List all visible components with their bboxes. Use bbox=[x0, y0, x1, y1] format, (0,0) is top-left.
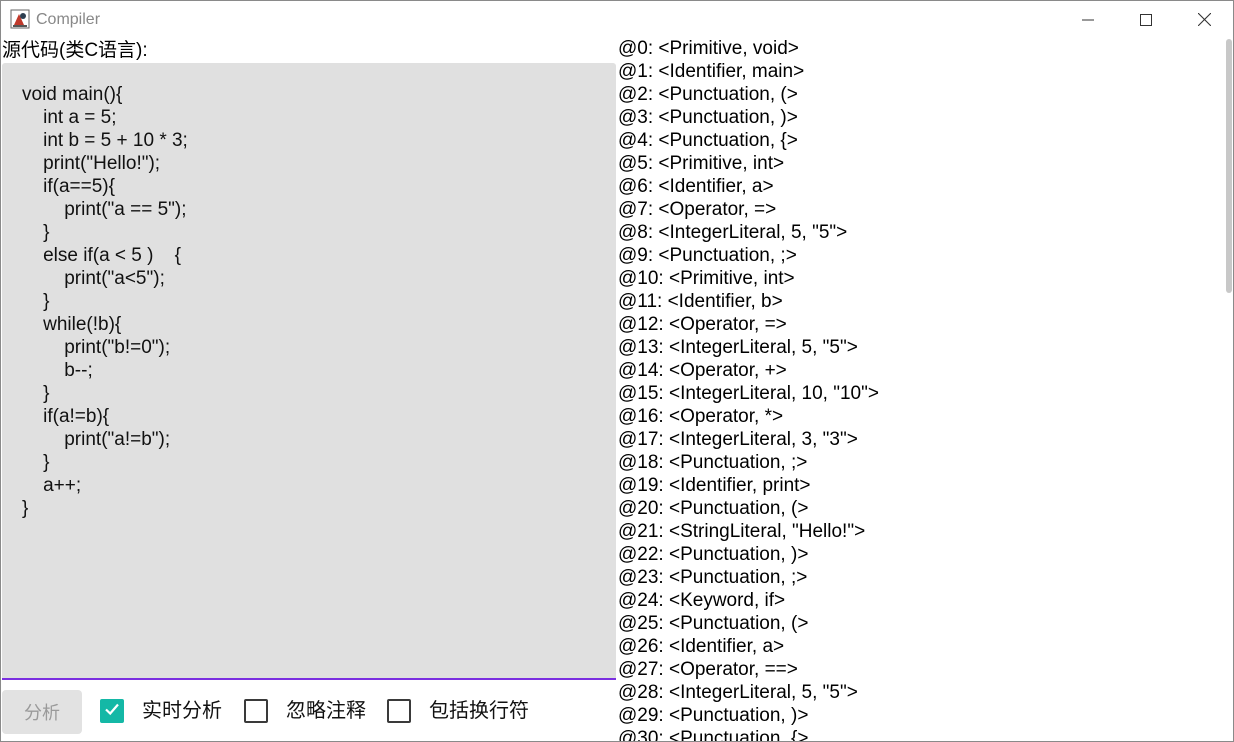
realtime-analysis-label: 实时分析 bbox=[142, 700, 222, 722]
token-item: @13: <IntegerLiteral, 5, "5"> bbox=[618, 337, 858, 358]
token-item: @22: <Punctuation, )> bbox=[618, 544, 809, 565]
compiler-window: Compiler 源代码(类C语言): void main(){ int a =… bbox=[0, 0, 1234, 742]
token-item: @6: <Identifier, a> bbox=[618, 176, 774, 197]
minimize-button[interactable] bbox=[1059, 1, 1117, 38]
code-line: print("a == 5"); bbox=[22, 199, 187, 220]
token-item: @16: <Operator, *> bbox=[618, 406, 784, 427]
token-item: @0: <Primitive, void> bbox=[618, 38, 799, 59]
code-line: while(!b){ bbox=[22, 314, 122, 335]
code-line: if(a!=b){ bbox=[22, 406, 110, 427]
token-item: @30: <Punctuation, {> bbox=[618, 728, 809, 741]
token-item: @25: <Punctuation, (> bbox=[618, 613, 809, 634]
java-app-icon bbox=[10, 9, 30, 29]
token-item: @1: <Identifier, main> bbox=[618, 61, 805, 82]
source-code-editor[interactable]: void main(){ int a = 5; int b = 5 + 10 *… bbox=[2, 63, 616, 680]
code-line: } bbox=[22, 383, 50, 404]
close-button[interactable] bbox=[1175, 1, 1233, 38]
code-line: } bbox=[22, 498, 29, 519]
window-title: Compiler bbox=[36, 11, 101, 28]
token-item: @7: <Operator, => bbox=[618, 199, 777, 220]
code-line: } bbox=[22, 452, 50, 473]
code-line: } bbox=[22, 222, 50, 243]
maximize-button[interactable] bbox=[1117, 1, 1175, 38]
source-code-label: 源代码(类C语言): bbox=[2, 40, 148, 61]
maximize-icon bbox=[1140, 13, 1152, 26]
include-newlines-option[interactable]: 包括换行符 bbox=[387, 698, 529, 724]
token-list[interactable]: @0: <Primitive, void> @1: <Identifier, ma… bbox=[618, 37, 1223, 741]
checkmark-icon bbox=[103, 700, 121, 723]
ignore-comments-checkbox[interactable] bbox=[244, 699, 268, 723]
token-item: @21: <StringLiteral, "Hello!"> bbox=[618, 521, 866, 542]
minimize-icon bbox=[1082, 14, 1094, 26]
code-line: else if(a < 5 ) { bbox=[22, 245, 181, 266]
token-item: @9: <Punctuation, ;> bbox=[618, 245, 797, 266]
token-item: @17: <IntegerLiteral, 3, "3"> bbox=[618, 429, 858, 450]
code-line: print("Hello!"); bbox=[22, 153, 161, 174]
realtime-analysis-option[interactable]: 实时分析 bbox=[100, 698, 222, 724]
ignore-comments-label: 忽略注释 bbox=[286, 700, 366, 722]
token-item: @3: <Punctuation, )> bbox=[618, 107, 798, 128]
token-list-scrollbar[interactable] bbox=[1223, 37, 1233, 741]
code-line: } bbox=[22, 291, 50, 312]
token-item: @26: <Identifier, a> bbox=[618, 636, 785, 657]
code-line: print("b!=0"); bbox=[22, 337, 171, 358]
include-newlines-checkbox[interactable] bbox=[387, 699, 411, 723]
control-bar: 分析 实时分析 忽略注释 包括换行符 bbox=[1, 681, 617, 741]
analyze-button[interactable]: 分析 bbox=[2, 690, 82, 734]
token-item: @20: <Punctuation, (> bbox=[618, 498, 809, 519]
token-item: @2: <Punctuation, (> bbox=[618, 84, 798, 105]
code-line: int a = 5; bbox=[22, 107, 117, 128]
token-item: @12: <Operator, => bbox=[618, 314, 787, 335]
code-line: a++; bbox=[22, 475, 82, 496]
token-item: @24: <Keyword, if> bbox=[618, 590, 786, 611]
title-bar[interactable]: Compiler bbox=[1, 1, 1233, 38]
ignore-comments-option[interactable]: 忽略注释 bbox=[244, 698, 366, 724]
token-item: @8: <IntegerLiteral, 5, "5"> bbox=[618, 222, 848, 243]
code-line: b--; bbox=[22, 360, 93, 381]
code-line: print("a!=b"); bbox=[22, 429, 171, 450]
token-item: @27: <Operator, ==> bbox=[618, 659, 798, 680]
code-line: void main(){ bbox=[22, 84, 123, 105]
token-item: @19: <Identifier, print> bbox=[618, 475, 811, 496]
include-newlines-label: 包括换行符 bbox=[429, 700, 529, 722]
close-icon bbox=[1197, 13, 1211, 26]
token-item: @10: <Primitive, int> bbox=[618, 268, 795, 289]
realtime-analysis-checkbox[interactable] bbox=[100, 699, 124, 723]
token-item: @23: <Punctuation, ;> bbox=[618, 567, 808, 588]
token-item: @4: <Punctuation, {> bbox=[618, 130, 798, 151]
code-line: print("a<5"); bbox=[22, 268, 165, 289]
token-item: @15: <IntegerLiteral, 10, "10"> bbox=[618, 383, 879, 404]
token-item: @5: <Primitive, int> bbox=[618, 153, 785, 174]
token-item: @18: <Punctuation, ;> bbox=[618, 452, 808, 473]
scrollbar-thumb[interactable] bbox=[1226, 39, 1232, 293]
token-item: @14: <Operator, +> bbox=[618, 360, 787, 381]
code-line: int b = 5 + 10 * 3; bbox=[22, 130, 188, 151]
token-item: @28: <IntegerLiteral, 5, "5"> bbox=[618, 682, 858, 703]
token-item: @29: <Punctuation, )> bbox=[618, 705, 809, 726]
token-item: @11: <Identifier, b> bbox=[618, 291, 783, 312]
code-line: if(a==5){ bbox=[22, 176, 115, 197]
